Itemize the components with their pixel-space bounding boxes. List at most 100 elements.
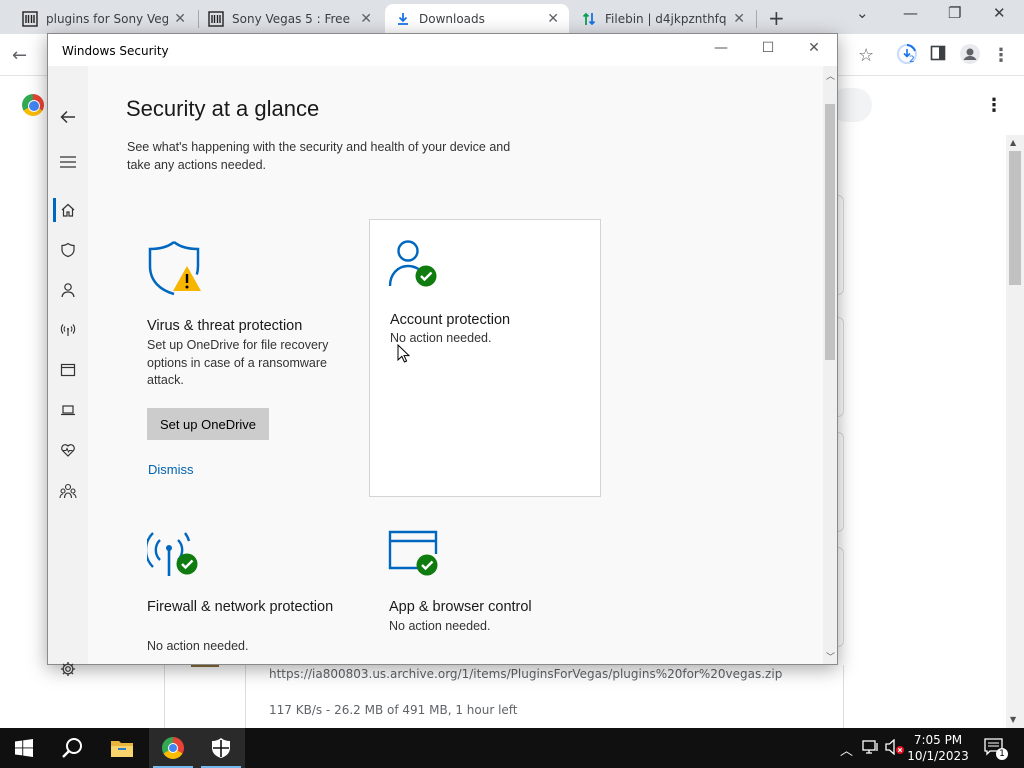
- back-arrow-icon: [60, 110, 75, 124]
- window-title: Windows Security: [62, 44, 169, 58]
- scroll-up-icon[interactable]: ▲: [1010, 138, 1016, 147]
- new-tab-button[interactable]: +: [768, 6, 785, 30]
- windows-start-icon: [15, 739, 33, 757]
- browser-tabstrip: plugins for Sony Vegas ✕ Sony Vegas 5 : …: [0, 0, 1024, 34]
- gear-icon: [61, 662, 75, 676]
- tab-separator: [756, 10, 757, 28]
- scroll-thumb[interactable]: [1009, 151, 1021, 285]
- downloads-button[interactable]: 2: [896, 43, 918, 70]
- notification-count-badge: 1: [996, 748, 1008, 760]
- page-scrollbar[interactable]: ▲ ▼: [1006, 135, 1024, 728]
- clock-time: 7:05 PM: [913, 733, 963, 747]
- back-arrow-icon[interactable]: ←: [12, 45, 27, 66]
- divider: [245, 665, 246, 728]
- hamburger-icon: [60, 156, 76, 168]
- show-hidden-icons-icon[interactable]: ︿: [840, 740, 853, 759]
- card-description: Set up OneDrive for file recovery option…: [147, 338, 329, 387]
- sidebar-item-app-browser[interactable]: [48, 355, 88, 385]
- sidebar-item-home[interactable]: [48, 195, 88, 225]
- person-icon: [61, 283, 75, 298]
- back-button[interactable]: [48, 102, 88, 132]
- page-menu-icon[interactable]: ⋮: [985, 95, 1003, 116]
- filebin-icon: [581, 11, 597, 27]
- tab-label: Sony Vegas 5 : Free D: [232, 12, 355, 26]
- close-button[interactable]: ✕: [799, 40, 829, 56]
- sidebar-item-family-options[interactable]: [48, 476, 88, 506]
- account-check-icon: [388, 238, 440, 294]
- close-icon[interactable]: ✕: [993, 4, 1006, 22]
- tab-plugins-for-sony-vegas[interactable]: plugins for Sony Vegas ✕: [12, 4, 196, 34]
- scroll-down-icon[interactable]: ﹀: [826, 650, 835, 663]
- file-explorer-button[interactable]: [98, 728, 146, 768]
- close-icon[interactable]: ✕: [360, 11, 372, 27]
- tab-sony-vegas-5[interactable]: Sony Vegas 5 : Free D ✕: [198, 4, 382, 34]
- chrome-taskbar-button[interactable]: [149, 728, 197, 768]
- file-explorer-icon: [111, 741, 133, 757]
- content-scrollbar[interactable]: ︿ ﹀: [823, 66, 837, 664]
- card-app-browser-control[interactable]: App & browser control No action needed.: [369, 510, 601, 664]
- sidebar-item-firewall[interactable]: [48, 315, 88, 345]
- antenna-check-icon: [144, 528, 203, 582]
- windows-security-window: Windows Security — ☐ ✕ Security at a gla…: [47, 33, 838, 676]
- side-panel-icon[interactable]: [930, 45, 946, 66]
- download-count-badge: 2: [909, 55, 915, 65]
- search-icon: [62, 738, 82, 758]
- search-button[interactable]: [48, 728, 96, 768]
- page-subtitle: See what's happening with the security a…: [127, 140, 511, 172]
- laptop-icon: [61, 405, 75, 416]
- restore-icon[interactable]: ❐: [948, 4, 961, 22]
- windows-taskbar: ︿ 7:05 PM 10/1/2023 1: [0, 728, 1024, 768]
- download-item: https://ia800803.us.archive.org/1/items/…: [164, 665, 844, 728]
- card-title: Virus & threat protection: [147, 318, 303, 334]
- system-clock[interactable]: 7:05 PM 10/1/2023: [900, 732, 976, 764]
- close-icon[interactable]: ✕: [547, 11, 559, 27]
- card-title: Account protection: [390, 312, 511, 328]
- scroll-thumb[interactable]: [825, 104, 835, 360]
- minimize-icon[interactable]: —: [903, 4, 918, 22]
- download-status: 117 KB/s - 26.2 MB of 491 MB, 1 hour lef…: [269, 703, 518, 717]
- tab-label: plugins for Sony Vegas: [46, 12, 169, 26]
- card-title: App & browser control: [389, 599, 532, 615]
- shield-warning-icon: [147, 239, 207, 303]
- tab-downloads[interactable]: Downloads ✕: [385, 4, 569, 34]
- download-url-link[interactable]: https://ia800803.us.archive.org/1/items/…: [269, 667, 782, 681]
- sidebar-item-settings[interactable]: [48, 654, 88, 684]
- file-icon: [191, 665, 219, 667]
- network-icon[interactable]: [862, 739, 880, 759]
- tab-search-icon[interactable]: ⌄: [856, 4, 869, 22]
- hamburger-menu-button[interactable]: [48, 147, 88, 177]
- close-icon[interactable]: ✕: [174, 11, 186, 27]
- card-virus-threat-protection[interactable]: Virus & threat protection Set up OneDriv…: [127, 219, 359, 497]
- scroll-up-icon[interactable]: ︿: [826, 69, 835, 82]
- shield-icon: [61, 242, 75, 258]
- sidebar-item-device-security[interactable]: [48, 395, 88, 425]
- sidebar-item-device-health[interactable]: [48, 435, 88, 465]
- minimize-button[interactable]: —: [706, 40, 736, 56]
- card-description: No action needed.: [147, 639, 249, 653]
- close-icon[interactable]: ✕: [733, 11, 745, 27]
- dismiss-link[interactable]: Dismiss: [148, 462, 194, 477]
- windows-security-icon: [212, 738, 230, 758]
- browser-check-icon: [388, 530, 440, 582]
- card-firewall-network-protection[interactable]: Firewall & network protection No action …: [127, 510, 359, 664]
- sidebar-item-account-protection[interactable]: [48, 275, 88, 305]
- window-titlebar[interactable]: Windows Security — ☐ ✕: [48, 34, 837, 66]
- browser-menu-icon[interactable]: ⋮: [992, 45, 1010, 66]
- setup-onedrive-button[interactable]: Set up OneDrive: [147, 408, 269, 440]
- antenna-icon: [60, 324, 76, 336]
- notifications-icon[interactable]: 1: [984, 738, 1008, 760]
- maximize-button[interactable]: ☐: [753, 40, 783, 56]
- bookmark-star-icon[interactable]: ☆: [858, 45, 874, 66]
- scroll-down-icon[interactable]: ▼: [1010, 715, 1016, 724]
- tab-label: Filebin | d4jkpznthfqb: [605, 12, 728, 26]
- security-content: Security at a glance See what's happenin…: [88, 66, 823, 664]
- download-icon: [395, 11, 411, 27]
- card-title: Firewall & network protection: [147, 599, 334, 615]
- sidebar-item-virus-protection[interactable]: [48, 235, 88, 265]
- profile-avatar-icon[interactable]: [960, 44, 980, 69]
- navigation-sidebar: [48, 66, 88, 676]
- tab-filebin[interactable]: Filebin | d4jkpznthfqb ✕: [571, 4, 755, 34]
- windows-security-taskbar-button[interactable]: [197, 728, 245, 768]
- archive-icon: [22, 11, 38, 27]
- start-button[interactable]: [0, 728, 48, 768]
